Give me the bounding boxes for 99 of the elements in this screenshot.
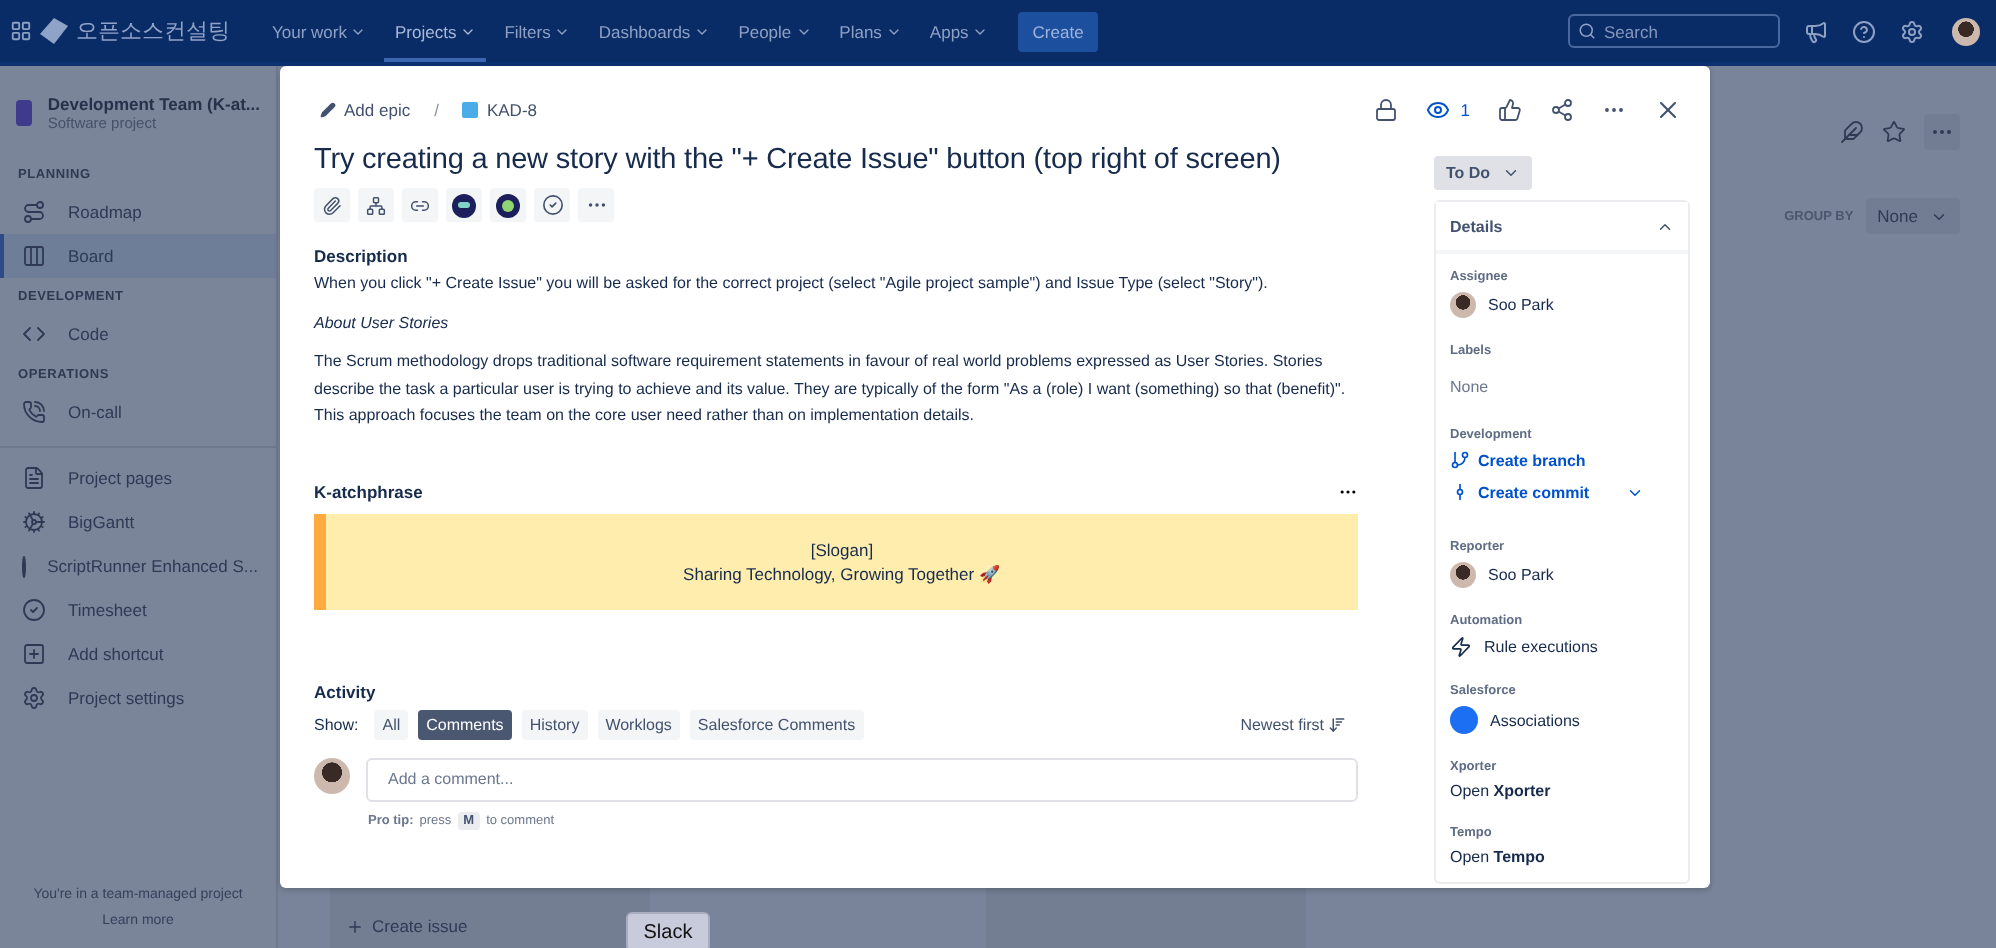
help-icon[interactable] (1852, 19, 1876, 43)
watchers-button[interactable]: 1 (1426, 98, 1470, 122)
status-dropdown[interactable]: To Do (1434, 156, 1533, 190)
brand-name: 오픈소스컨설팅 (76, 18, 230, 46)
project-icon (16, 100, 32, 126)
star-icon (1882, 120, 1906, 144)
avatar (1450, 562, 1476, 588)
search-icon (1578, 22, 1596, 40)
activity-heading: Activity (314, 681, 378, 701)
slogan-text: [Slogan] (810, 539, 874, 559)
nav-menu-item[interactable]: Projects (384, 0, 487, 62)
activity-filter[interactable]: Comments (418, 709, 512, 739)
sidebar-item[interactable]: Timesheet (0, 588, 276, 632)
create-branch-link[interactable]: Create branch (1450, 450, 1674, 470)
sort-icon (1328, 715, 1346, 733)
phone-icon (22, 400, 46, 424)
notification-icon[interactable] (1804, 19, 1828, 43)
description-text: When you click "+ Create Issue" you will be asked for the correct project (select "Agile project sample") and Issue Type (select "Story"). (314, 272, 1270, 296)
link-icon (410, 195, 430, 215)
pencil-icon (320, 102, 336, 118)
attach-button[interactable] (314, 188, 350, 222)
app-switcher-icon[interactable] (10, 20, 32, 42)
branch-icon (1450, 450, 1470, 470)
nav-menu-item[interactable]: Filters (494, 0, 581, 62)
nav-menu-item[interactable]: Your work (262, 0, 377, 62)
thumbs-up-icon (1498, 98, 1522, 122)
sidebar-item[interactable]: Board (0, 234, 276, 278)
hierarchy-icon (366, 195, 386, 215)
salesforce-icon (1450, 706, 1478, 734)
nav-menu-item[interactable]: People (728, 0, 822, 62)
child-issue-button[interactable] (358, 188, 394, 222)
cog-icon (22, 510, 46, 534)
description-text: The Scrum methodology drops traditional software requirement statements in favour of real world problems expressed as User Stories. Stories describe the task a particular user is trying to achieve and its value. They are typically of the form "As a (role) I want (something) so that (benefit)". This approach focuses the team on the core user need rather than on implementation details. (314, 350, 1348, 428)
user-name: Soo Park (1488, 566, 1554, 584)
logo-icon (40, 18, 68, 44)
app-link[interactable]: Open Tempo (1450, 848, 1545, 866)
sidebar-item[interactable]: Project settings (0, 676, 276, 720)
share-icon (1550, 98, 1574, 122)
activity-filter[interactable]: Salesforce Comments (689, 709, 864, 739)
activity-filter[interactable]: History (521, 709, 588, 739)
activity-filter[interactable]: Worklogs (597, 709, 680, 739)
user-name: Soo Park (1488, 296, 1554, 314)
create-button[interactable]: Create (1018, 11, 1098, 51)
chevron-down-icon (1502, 164, 1521, 182)
description-text: About User Stories (314, 311, 451, 335)
details-header[interactable]: Details (1436, 202, 1688, 254)
nav-menu-item[interactable]: Plans (829, 0, 912, 62)
create-commit-link[interactable]: Create commit (1450, 482, 1674, 502)
close-icon (1654, 96, 1682, 124)
app-button[interactable] (446, 188, 482, 222)
project-name: Development Team (K-at... (47, 94, 260, 114)
sidebar-item[interactable]: Code (0, 312, 276, 356)
search-field[interactable]: Search (1568, 14, 1780, 48)
link-button[interactable] (402, 188, 438, 222)
sidebar-item[interactable]: Add shortcut (0, 632, 276, 676)
avatar (314, 757, 350, 793)
nav-menu-item[interactable]: Dashboards (588, 0, 721, 62)
issue-key-link[interactable]: KAD-8 (462, 100, 538, 120)
add-epic-link[interactable]: Add epic (320, 100, 411, 120)
paperclip-icon (322, 195, 342, 215)
comment-field[interactable]: Add a comment... (366, 757, 1358, 801)
sort-button[interactable]: Newest first (1240, 715, 1358, 733)
sidebar-item[interactable]: Project pages (0, 456, 276, 500)
slack-button[interactable]: Slack (626, 912, 710, 948)
breadcrumb-separator: / (434, 100, 439, 120)
add-shortcut-icon (22, 642, 46, 666)
field-value: None (1450, 378, 1489, 396)
plus-icon (346, 917, 364, 935)
group-by-dropdown[interactable]: None (1865, 198, 1960, 234)
issue-title: Try creating a new story with the "+ Create Issue" button (top right of screen) (314, 144, 1283, 176)
show-label: Show: (314, 715, 359, 733)
lightning-icon (1450, 636, 1472, 658)
checklist-button[interactable] (534, 188, 570, 222)
sidebar-item[interactable]: Roadmap (0, 190, 276, 234)
feather-icon (1840, 120, 1864, 144)
avatar (1450, 292, 1476, 318)
sidebar-item[interactable]: BigGantt (0, 500, 276, 544)
route-icon (22, 200, 46, 224)
sidebar-item[interactable]: ScriptRunner Enhanced S... (0, 544, 276, 588)
nav-menu-item[interactable]: Apps (919, 0, 999, 62)
app-link[interactable]: Associations (1490, 711, 1580, 729)
slogan-text: Sharing Technology, Growing Together 🚀 (683, 563, 1001, 583)
lock-icon (1374, 98, 1399, 122)
activity-filter[interactable]: All (374, 709, 409, 739)
settings-icon (22, 686, 46, 710)
catchphrase-heading: K-atchphrase (314, 481, 423, 501)
settings-icon[interactable] (1900, 19, 1924, 43)
check-circle-icon (541, 194, 563, 216)
app-button[interactable] (490, 188, 526, 222)
check-circle-icon (22, 598, 46, 622)
description-heading: Description (314, 246, 410, 266)
document-icon (22, 466, 46, 490)
app-link[interactable]: Open Xporter (1450, 782, 1551, 800)
app-link[interactable]: Rule executions (1484, 638, 1598, 656)
avatar[interactable] (1952, 17, 1980, 45)
create-issue-button[interactable]: Create issue (346, 916, 468, 948)
board-icon (22, 244, 46, 268)
sidebar-item[interactable]: On-call (0, 390, 276, 434)
code-icon (22, 322, 46, 346)
